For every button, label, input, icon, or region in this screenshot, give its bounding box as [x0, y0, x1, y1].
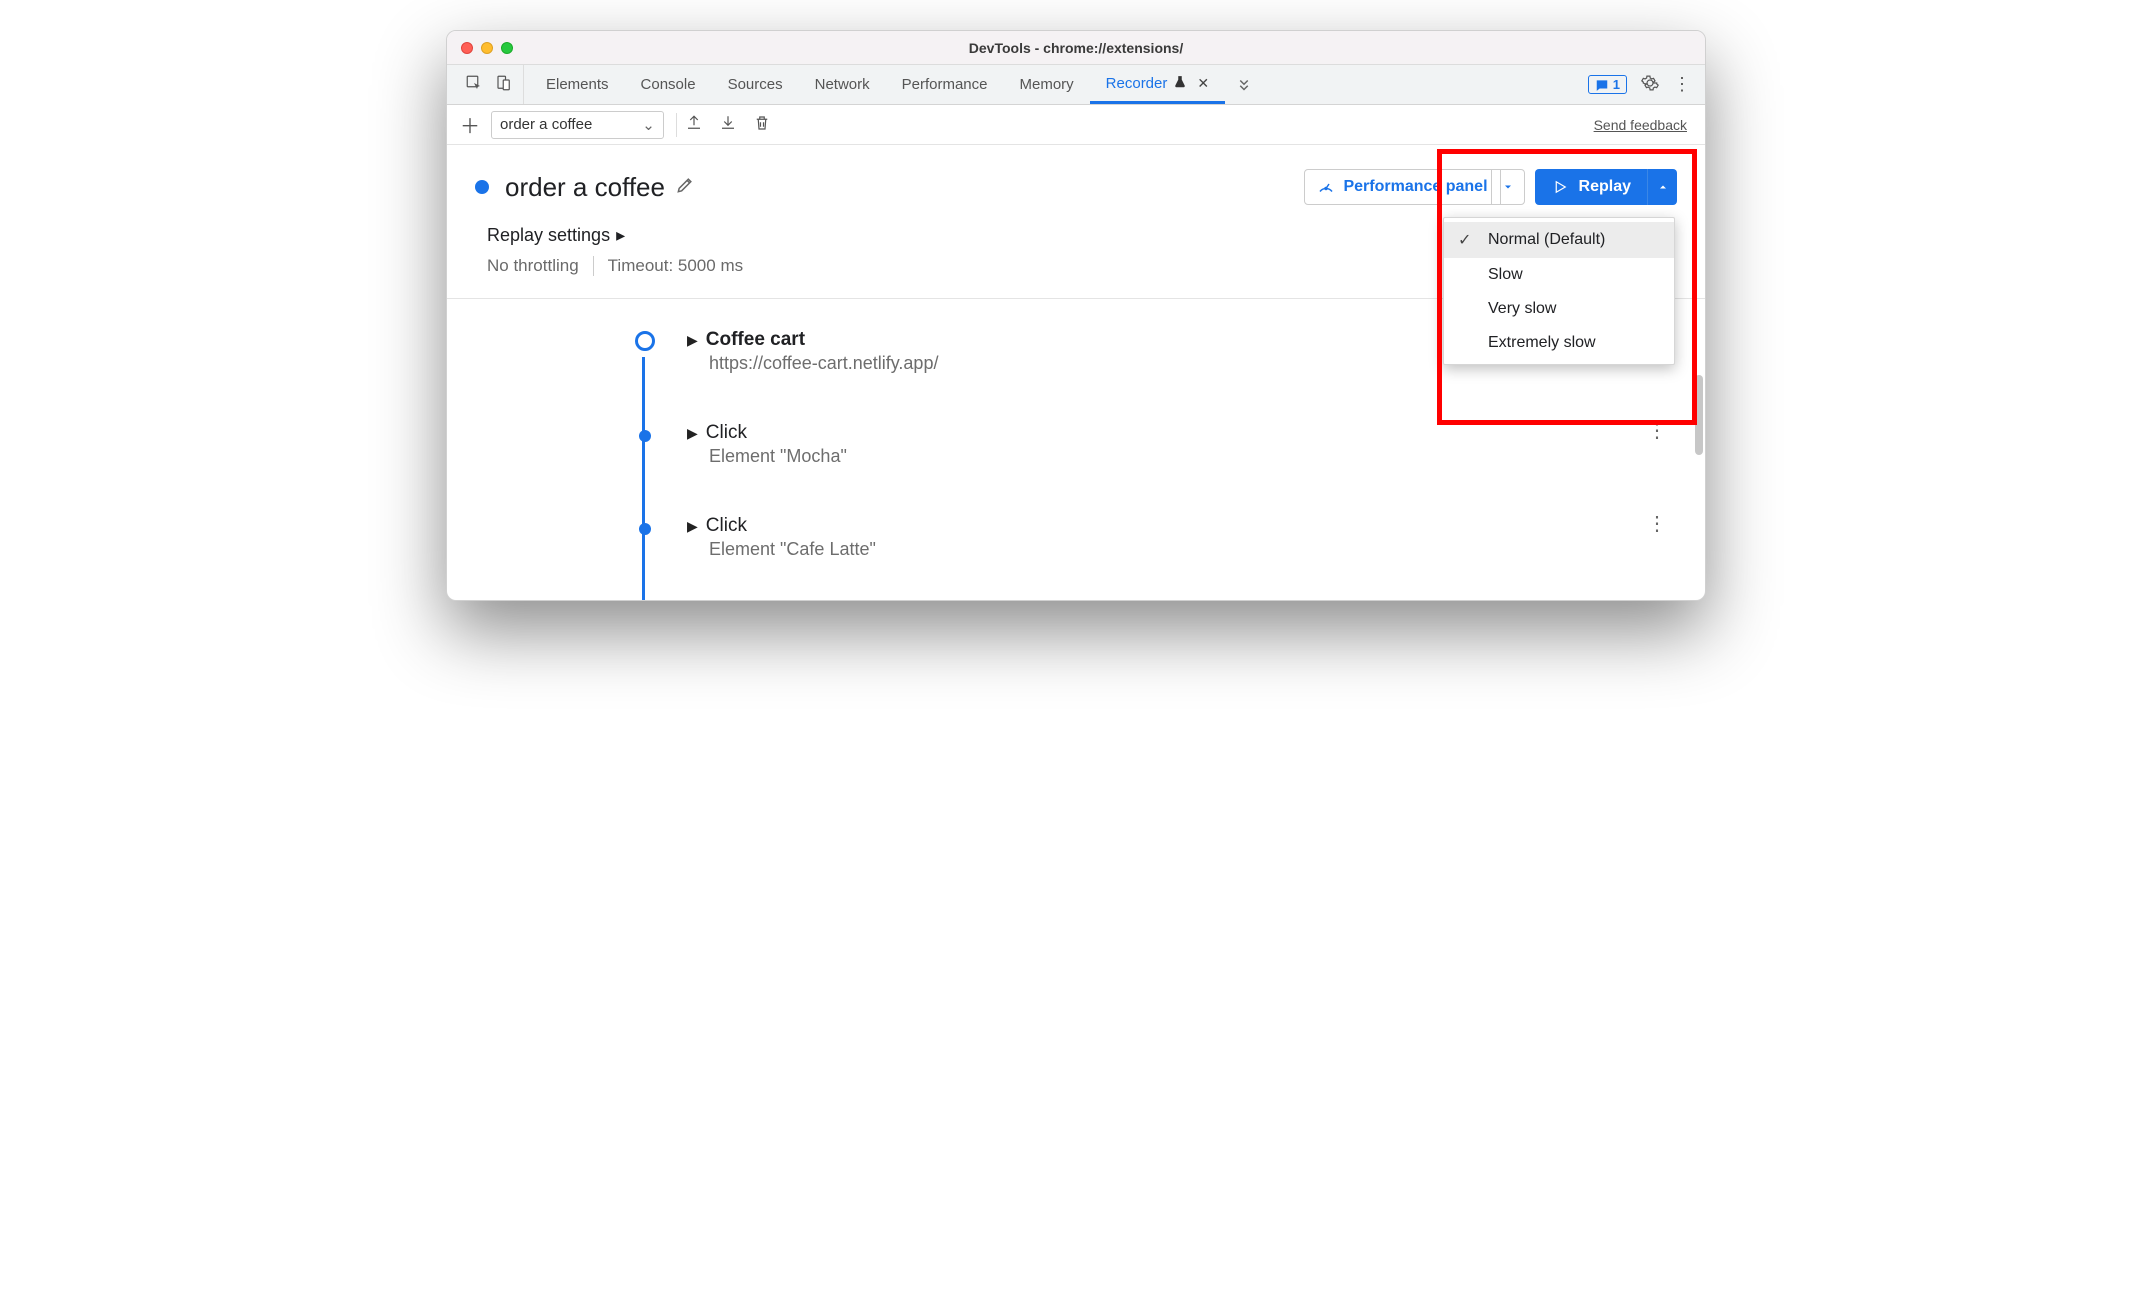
step-menu-icon[interactable]: ⋮: [1647, 521, 1667, 527]
chevron-down-icon: ⌄: [642, 116, 655, 134]
device-toggle-icon[interactable]: [495, 74, 513, 96]
tab-recorder[interactable]: Recorder ✕: [1090, 65, 1225, 104]
zoom-window-button[interactable]: [501, 42, 513, 54]
tab-performance[interactable]: Performance: [886, 65, 1004, 104]
step-item[interactable]: ▶ Click Element "Cafe Latte" ⋮: [627, 515, 1677, 560]
replay-button[interactable]: Replay: [1535, 169, 1647, 205]
send-feedback-link[interactable]: Send feedback: [1594, 117, 1695, 133]
recording-status-dot: [475, 180, 489, 194]
menu-item-normal[interactable]: ✓ Normal (Default): [1444, 222, 1674, 258]
close-tab-icon[interactable]: ✕: [1197, 75, 1209, 92]
step-marker-icon: [635, 331, 655, 351]
tab-network[interactable]: Network: [799, 65, 886, 104]
menu-item-extremely-slow[interactable]: Extremely slow: [1444, 326, 1674, 360]
step-subtitle: Element "Cafe Latte": [687, 539, 1677, 560]
menu-item-slow[interactable]: Slow: [1444, 258, 1674, 292]
step-title: Click: [706, 515, 747, 537]
recording-header: order a coffee Performance panel Replay: [447, 145, 1705, 219]
more-tabs-button[interactable]: [1225, 65, 1263, 104]
edit-title-icon[interactable]: [675, 175, 695, 200]
issues-badge[interactable]: 1: [1588, 75, 1627, 94]
tab-sources[interactable]: Sources: [712, 65, 799, 104]
devtools-tabstrip: Elements Console Sources Network Perform…: [447, 65, 1705, 105]
step-title: Coffee cart: [706, 329, 805, 351]
recorder-toolbar: ＋ order a coffee ⌄ Send feedback: [447, 105, 1705, 145]
minimize-window-button[interactable]: [481, 42, 493, 54]
kebab-menu-icon[interactable]: ⋮: [1673, 74, 1691, 95]
performance-panel-dropdown[interactable]: [1491, 169, 1525, 205]
step-marker-icon: [639, 430, 651, 442]
devtools-window: DevTools - chrome://extensions/ Elements…: [446, 30, 1706, 601]
step-menu-icon[interactable]: ⋮: [1647, 428, 1667, 434]
replay-speed-menu: ✓ Normal (Default) Slow Very slow Extrem…: [1443, 217, 1675, 365]
expand-step-icon[interactable]: ▶: [687, 518, 698, 535]
replay-settings-heading[interactable]: Replay settings: [487, 225, 610, 246]
replay-speed-dropdown[interactable]: [1647, 169, 1677, 205]
performance-panel-button[interactable]: Performance panel: [1304, 169, 1500, 205]
new-recording-button[interactable]: ＋: [457, 110, 483, 139]
check-icon: ✓: [1458, 230, 1476, 250]
settings-icon[interactable]: [1641, 74, 1659, 96]
recording-select[interactable]: order a coffee ⌄: [491, 111, 664, 139]
delete-icon[interactable]: [753, 114, 771, 136]
step-title: Click: [706, 422, 747, 444]
tab-elements[interactable]: Elements: [530, 65, 625, 104]
inspect-icon[interactable]: [465, 74, 483, 96]
menu-item-very-slow[interactable]: Very slow: [1444, 292, 1674, 326]
step-subtitle: Element "Mocha": [687, 446, 1677, 467]
expand-step-icon[interactable]: ▶: [687, 332, 698, 349]
throttling-value: No throttling: [487, 256, 579, 276]
titlebar: DevTools - chrome://extensions/: [447, 31, 1705, 65]
tab-memory[interactable]: Memory: [1004, 65, 1090, 104]
timeout-value: Timeout: 5000 ms: [608, 256, 743, 276]
recording-title: order a coffee: [505, 172, 665, 203]
export-icon[interactable]: [685, 114, 703, 136]
import-icon[interactable]: [719, 114, 737, 136]
expand-step-icon[interactable]: ▶: [687, 425, 698, 442]
chevron-right-icon: ▸: [616, 225, 625, 246]
close-window-button[interactable]: [461, 42, 473, 54]
step-item[interactable]: ▶ Click Element "Mocha" ⋮: [627, 422, 1677, 467]
scrollbar[interactable]: [1695, 375, 1703, 455]
step-marker-icon: [639, 523, 651, 535]
window-title: DevTools - chrome://extensions/: [447, 40, 1705, 56]
tab-console[interactable]: Console: [625, 65, 712, 104]
experiment-icon: [1173, 75, 1187, 92]
timeline-connector: [642, 357, 645, 600]
